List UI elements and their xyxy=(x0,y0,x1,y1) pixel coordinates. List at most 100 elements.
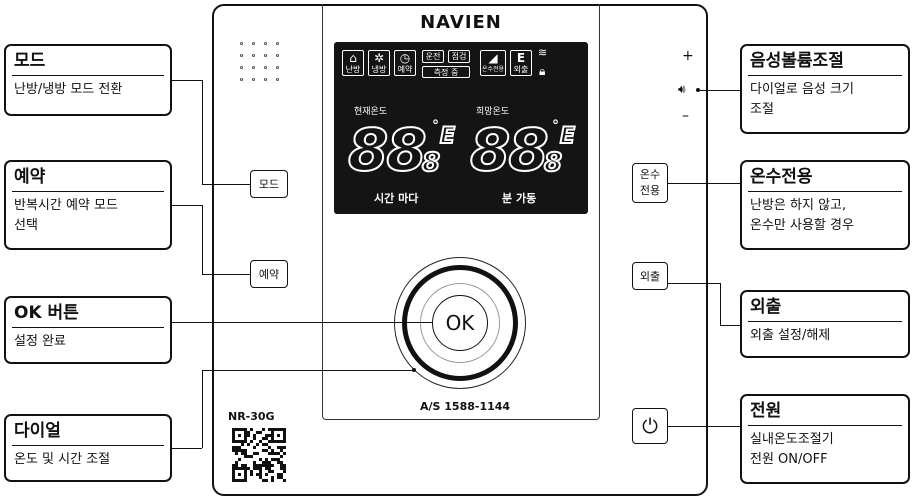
qr-module xyxy=(241,467,244,470)
qr-module xyxy=(247,434,250,437)
qr-module xyxy=(262,443,265,446)
qr-module xyxy=(259,470,262,473)
time-interval-label: 시간 마다 xyxy=(374,192,419,205)
leader-volume xyxy=(700,90,740,91)
callout-mode: 모드 난방/냉방 모드 전환 xyxy=(4,44,172,116)
qr-module xyxy=(277,446,280,449)
qr-module xyxy=(283,470,286,473)
leader-volume-dot xyxy=(696,88,700,92)
lcd-measuring-tag: 측정 중 xyxy=(422,66,470,78)
callout-hot-water-desc-1: 난방은 하지 않고, xyxy=(750,198,847,213)
qr-module xyxy=(265,434,268,437)
qr-module xyxy=(280,461,283,464)
callout-dial-desc: 온도 및 시간 조절 xyxy=(14,452,111,467)
hot-water-button-label-2: 전용 xyxy=(639,184,661,197)
grille-hole xyxy=(264,42,267,45)
callout-hot-water: 온수전용 난방은 하지 않고, 온수만 사용할 경우 xyxy=(740,160,910,250)
qr-module xyxy=(232,437,235,440)
qr-module xyxy=(283,467,286,470)
qr-module xyxy=(241,440,244,443)
leader-mode-v xyxy=(202,80,203,184)
callout-reserve-title: 예약 xyxy=(14,167,46,187)
qr-module xyxy=(277,476,280,479)
callout-outing-desc: 외출 설정/해제 xyxy=(750,328,831,343)
qr-module xyxy=(250,455,253,458)
callout-dial: 다이얼 온도 및 시간 조절 xyxy=(4,414,172,482)
qr-pattern xyxy=(232,428,286,482)
grille-hole xyxy=(252,66,255,69)
callout-reserve-desc-1: 반복시간 예약 모드 xyxy=(14,198,118,213)
qr-module xyxy=(244,434,247,437)
qr-module xyxy=(253,434,256,437)
qr-module xyxy=(235,464,238,467)
qr-module xyxy=(244,455,247,458)
qr-module xyxy=(277,440,280,443)
qr-module xyxy=(244,449,247,452)
qr-module xyxy=(277,458,280,461)
qr-module xyxy=(247,431,250,434)
lock-icon: 🔒︎ xyxy=(539,64,546,78)
callout-outing: 외출 외출 설정/해제 xyxy=(740,290,910,358)
qr-module xyxy=(271,449,274,452)
qr-module xyxy=(238,446,241,449)
qr-module xyxy=(232,467,235,470)
qr-module xyxy=(271,428,274,431)
qr-module xyxy=(280,440,283,443)
callout-volume-title: 음성볼륨조절 xyxy=(750,51,844,71)
lcd-reserve-icon: ◷ 예약 xyxy=(394,50,416,76)
qr-code xyxy=(232,428,286,484)
outing-e-icon: E xyxy=(516,51,526,65)
target-temp-decimal: 8 xyxy=(543,147,563,179)
hot-water-button[interactable]: 온수 전용 xyxy=(632,163,668,203)
callout-power-title: 전원 xyxy=(750,401,782,421)
mode-button[interactable]: 모드 xyxy=(250,170,288,198)
reserve-button[interactable]: 예약 xyxy=(250,260,288,288)
qr-module xyxy=(277,452,280,455)
qr-module xyxy=(253,464,256,467)
faucet-icon: ◢ xyxy=(488,51,498,65)
qr-module xyxy=(241,428,244,431)
callout-hot-water-title: 온수전용 xyxy=(750,167,813,187)
qr-module xyxy=(283,437,286,440)
lcd-display: ⌂ 난방 ✲ 냉방 ◷ 예약 운전 점검 측정 중 ◢ 온수전용 E 외출 ≋ … xyxy=(334,42,588,214)
qr-module xyxy=(274,452,277,455)
qr-module xyxy=(235,446,238,449)
qr-module xyxy=(232,464,235,467)
grille-hole xyxy=(240,66,243,69)
qr-module xyxy=(271,431,274,434)
qr-module xyxy=(238,479,241,482)
qr-module xyxy=(253,437,256,440)
target-temp-unit: E xyxy=(559,123,576,150)
grille-hole xyxy=(240,78,243,81)
qr-module xyxy=(232,446,235,449)
qr-module xyxy=(247,467,250,470)
outing-button[interactable]: 외출 xyxy=(632,262,668,290)
qr-module xyxy=(244,473,247,476)
callout-volume-desc-2: 조절 xyxy=(750,102,774,117)
qr-module xyxy=(268,470,271,473)
power-button[interactable]: ⏻ xyxy=(632,408,668,444)
qr-module xyxy=(238,434,241,437)
qr-module xyxy=(256,443,259,446)
leader-outing-h2 xyxy=(720,325,740,326)
ok-button[interactable]: OK xyxy=(432,295,488,351)
qr-module xyxy=(265,437,268,440)
callout-mode-title: 모드 xyxy=(14,51,46,71)
leader-dial-dot xyxy=(412,368,416,372)
qr-module xyxy=(244,437,247,440)
callout-ok-title: OK 버튼 xyxy=(14,303,79,323)
qr-module xyxy=(244,479,247,482)
grille-hole xyxy=(276,42,279,45)
volume-plus: + xyxy=(682,48,694,64)
qr-module xyxy=(271,434,274,437)
qr-module xyxy=(268,461,271,464)
qr-module xyxy=(241,464,244,467)
qr-module xyxy=(262,464,265,467)
qr-module xyxy=(277,461,280,464)
qr-module xyxy=(268,428,271,431)
leader-mode-h xyxy=(202,184,250,185)
target-temp-value: 88 xyxy=(469,115,550,185)
callout-ok-desc: 설정 완료 xyxy=(14,334,66,349)
qr-module xyxy=(244,428,247,431)
qr-module xyxy=(265,467,268,470)
